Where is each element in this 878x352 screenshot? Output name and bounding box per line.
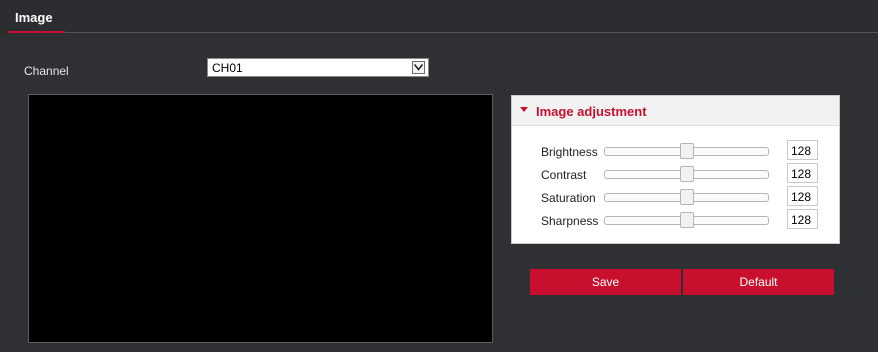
- tab-image[interactable]: Image: [15, 10, 53, 25]
- image-settings-panel: Image Channel CH01 Image adjustment Brig…: [0, 0, 878, 352]
- image-adjustment-header[interactable]: Image adjustment: [512, 96, 839, 126]
- chevron-down-icon[interactable]: [412, 61, 425, 74]
- brightness-slider-handle[interactable]: [679, 143, 694, 159]
- channel-label: Channel: [24, 64, 69, 78]
- channel-select-value: CH01: [212, 61, 243, 75]
- image-adjustment-panel: Image adjustment Brightness 128 Contrast…: [511, 95, 840, 244]
- contrast-label: Contrast: [541, 168, 587, 182]
- sharpness-row: Sharpness 128: [512, 209, 839, 231]
- brightness-label: Brightness: [541, 145, 598, 159]
- brightness-row: Brightness 128: [512, 140, 839, 162]
- image-adjustment-title: Image adjustment: [536, 104, 647, 119]
- sharpness-value-input[interactable]: 128: [787, 209, 818, 229]
- saturation-value-input[interactable]: 128: [787, 186, 818, 206]
- sharpness-slider-handle[interactable]: [679, 212, 694, 228]
- contrast-slider-handle[interactable]: [679, 166, 694, 182]
- sharpness-label: Sharpness: [541, 214, 599, 228]
- brightness-value-input[interactable]: 128: [787, 140, 818, 160]
- active-tab-indicator: [8, 31, 65, 33]
- saturation-slider-handle[interactable]: [679, 189, 694, 205]
- contrast-value-input[interactable]: 128: [787, 163, 818, 183]
- tab-bar: Image: [0, 0, 878, 34]
- saturation-label: Saturation: [541, 191, 596, 205]
- caret-down-icon: [520, 107, 528, 112]
- channel-select[interactable]: CH01: [207, 58, 429, 77]
- saturation-row: Saturation 128: [512, 186, 839, 208]
- video-preview: [28, 94, 493, 343]
- tab-divider: [65, 32, 878, 33]
- default-button[interactable]: Default: [683, 269, 834, 295]
- contrast-row: Contrast 128: [512, 163, 839, 185]
- save-button[interactable]: Save: [530, 269, 681, 295]
